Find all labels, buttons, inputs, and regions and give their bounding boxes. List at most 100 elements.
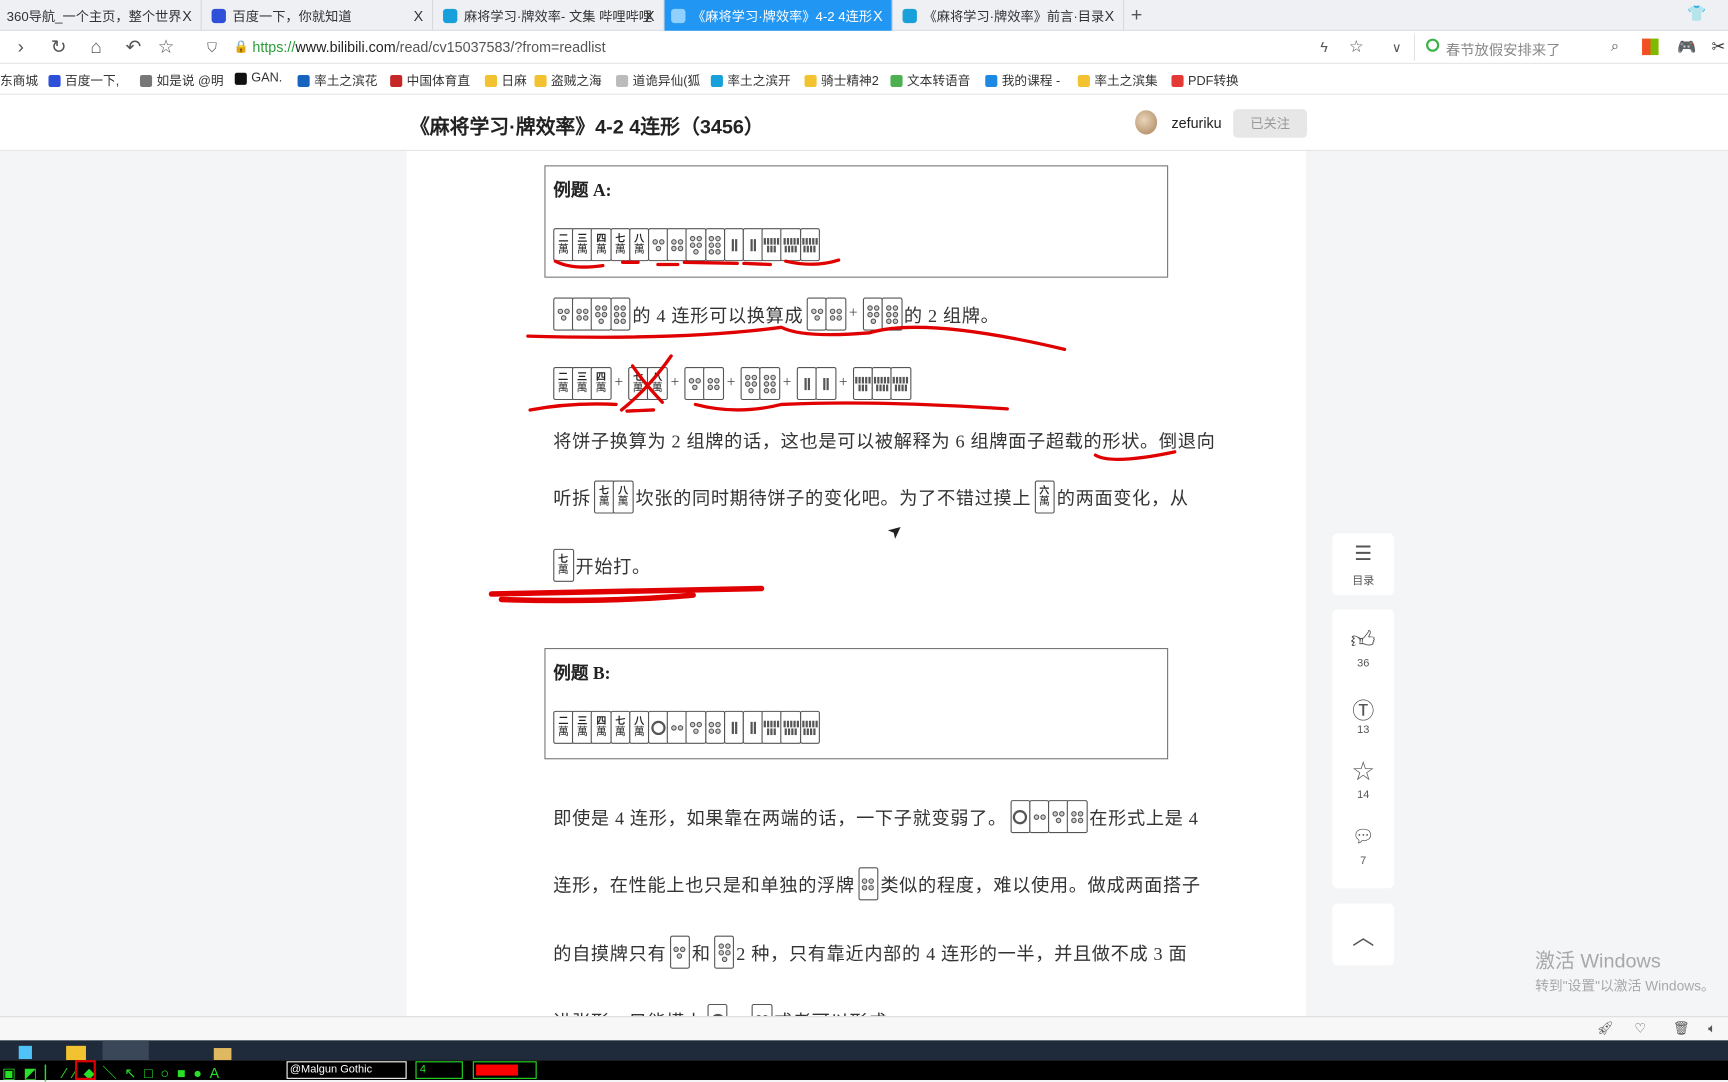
scissors-icon[interactable]: ✂: [1711, 36, 1725, 56]
size-select[interactable]: 4: [415, 1061, 463, 1079]
search-placeholder: 春节放假安排来了: [1445, 41, 1561, 59]
watermark-sub: 转到"设置"以激活 Windows。: [1535, 978, 1715, 995]
url-path: /read/cv15037583/?from=readlist: [395, 38, 606, 56]
tab-article-active[interactable]: 《麻将学习·牌效率》4-2 4连形 X: [664, 0, 893, 31]
article-header: 《麻将学习·牌效率》4-2 4连形（3456） zefuriku 已关注: [0, 94, 1728, 151]
bookmark-item[interactable]: 率土之滨花: [297, 72, 377, 90]
star-icon[interactable]: ☆: [1332, 756, 1394, 788]
tab-bar: 360导航_一个主页，整个世界 X 百度一下，你就知道 X 麻将学习·牌效率- 文集…: [0, 0, 1728, 31]
thumbs-up-icon[interactable]: 👍︎: [1332, 625, 1394, 655]
bookmark-item[interactable]: 文本转语音: [890, 72, 970, 90]
bookmark-label: 道诡异仙(狐: [632, 74, 701, 89]
reload-icon[interactable]: ↻: [51, 36, 67, 58]
heart-icon[interactable]: ♡: [1634, 1020, 1646, 1035]
tab-baidu[interactable]: 百度一下，你就知道 X: [205, 0, 434, 31]
font-select[interactable]: @Malgun Gothic: [286, 1061, 407, 1079]
shield-icon: ⛉: [207, 39, 218, 56]
draw-tools[interactable]: ▣◩▏⁄⁄◆＼↖□○■●A: [2, 1061, 227, 1082]
coin-icon[interactable]: Ⓣ: [1332, 693, 1394, 725]
toc-label: 目录: [1352, 575, 1375, 588]
close-icon[interactable]: X: [414, 7, 424, 24]
tab-toc[interactable]: 《麻将学习·牌效率》前言·目录 X: [896, 0, 1125, 31]
list-icon: ☰: [1354, 542, 1373, 565]
bookmark-icon: [48, 74, 61, 87]
bookmark-icon: [710, 74, 723, 87]
bookmark-item[interactable]: 率土之滨开: [710, 72, 791, 90]
trash-icon[interactable]: 🗑︎: [1673, 1020, 1690, 1035]
bookmark-item[interactable]: 东商城: [0, 72, 38, 90]
undo-icon[interactable]: ↶: [126, 36, 142, 58]
search-icon[interactable]: ⌕: [1611, 37, 1619, 55]
taskbar: [0, 1040, 1728, 1061]
new-tab-button[interactable]: +: [1131, 3, 1143, 26]
comment-count: 7: [1360, 855, 1367, 868]
bookmark-item[interactable]: 中国体育直: [390, 72, 470, 90]
close-icon[interactable]: X: [645, 7, 655, 24]
bookmark-item[interactable]: 道诡异仙(狐: [616, 72, 700, 90]
star-icon[interactable]: ☆: [158, 36, 175, 58]
close-icon[interactable]: X: [182, 7, 192, 24]
tab-360[interactable]: 360导航_一个主页，整个世界 X: [0, 0, 202, 31]
bookmark-label: 文本转语音: [906, 74, 971, 89]
bookmark-icon: [390, 74, 403, 87]
search-input[interactable]: 春节放假安排来了 ⌕: [1413, 34, 1623, 61]
folder-icon[interactable]: [213, 1048, 232, 1061]
apps-icon[interactable]: [1642, 38, 1659, 56]
font-value: @Malgun Gothic: [289, 1063, 373, 1076]
comment-icon[interactable]: 💬︎: [1332, 825, 1394, 847]
bilibili-icon: [902, 8, 917, 23]
volume-icon[interactable]: 🔈︎: [1708, 1020, 1716, 1037]
color-swatch: [476, 1064, 518, 1076]
avatar[interactable]: [1135, 110, 1158, 135]
app-icon-active[interactable]: [102, 1040, 149, 1061]
bookmark-item[interactable]: GAN.: [234, 71, 283, 85]
tab-label: 《麻将学习·牌效率》4-2 4连形: [692, 8, 873, 24]
toc-button[interactable]: ☰ 目录: [1332, 533, 1395, 596]
bookmark-item[interactable]: 我的课程 -: [985, 72, 1060, 90]
bookmark-item[interactable]: PDF转换: [1171, 72, 1239, 90]
lightning-icon[interactable]: ϟ: [1320, 39, 1328, 56]
annotation-cross: [619, 354, 673, 412]
red-annotations: [488, 258, 1177, 604]
windows-watermark: 激活 Windows 转到"设置"以激活 Windows。: [1535, 946, 1715, 996]
pen-tool-selected[interactable]: [74, 1060, 96, 1080]
app-icon[interactable]: [18, 1045, 32, 1060]
bookmark-item[interactable]: 日麻: [484, 72, 527, 90]
bookmark-icon: [484, 74, 498, 87]
bookmark-item[interactable]: 骑士精神2: [804, 72, 879, 90]
follow-button[interactable]: 已关注: [1233, 109, 1308, 138]
bookmark-item[interactable]: 如是说 @明: [139, 72, 224, 90]
chevron-down-icon[interactable]: ∨: [1392, 40, 1402, 55]
size-value: 4: [419, 1063, 427, 1076]
annotation-underline: [526, 325, 1067, 351]
close-icon[interactable]: X: [1105, 7, 1115, 24]
bookmark-label: 日麻: [501, 74, 527, 89]
close-icon[interactable]: X: [873, 7, 883, 24]
game-icon[interactable]: 🎮: [1677, 37, 1696, 56]
bookmark-label: 中国体育直: [406, 74, 471, 89]
home-icon[interactable]: ⌂: [90, 36, 101, 58]
color-select[interactable]: [472, 1061, 537, 1079]
bookmark-icon: [297, 74, 310, 87]
bookmark-label: GAN.: [251, 71, 283, 85]
tab-wenji[interactable]: 麻将学习·牌效率- 文集 哔哩哔哩 X: [436, 0, 665, 31]
bookmark-label: PDF转换: [1187, 74, 1239, 89]
bookmark-item[interactable]: 率土之滨集: [1077, 72, 1158, 90]
bookmark-icon: [534, 74, 547, 87]
bookmark-label: 率土之滨集: [1094, 74, 1158, 89]
back-to-top-button[interactable]: ︿: [1332, 903, 1395, 966]
bookmark-item[interactable]: 百度一下,: [48, 72, 119, 90]
bookmark-label: 盗贼之海: [551, 74, 602, 89]
author-name[interactable]: zefuriku: [1171, 115, 1221, 132]
bilibili-icon: [671, 8, 686, 23]
app-icon[interactable]: [66, 1045, 86, 1061]
bookmark-star-icon[interactable]: ☆: [1349, 36, 1364, 56]
bookmark-label: 东商城: [0, 74, 39, 89]
rocket-icon[interactable]: 🚀︎: [1597, 1020, 1614, 1035]
skin-icon[interactable]: 👕: [1687, 4, 1706, 23]
bookmarks-bar: 东商城 百度一下, 如是说 @明 GAN. 率土之滨花 中国体育直 日麻 盗贼之海 道诡异仙(狐…: [0, 63, 1728, 95]
bookmark-item[interactable]: 盗贼之海: [534, 72, 602, 90]
forward-icon[interactable]: ›: [18, 36, 24, 58]
url-input[interactable]: https://www.bilibili.com/read/cv15037583…: [252, 39, 605, 56]
annotation-underline: [553, 259, 605, 269]
